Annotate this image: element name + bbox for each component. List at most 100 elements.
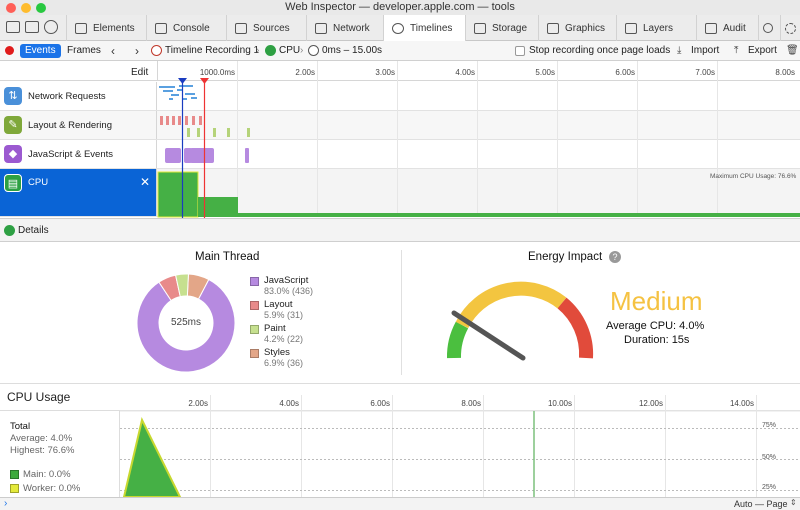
search-icon	[763, 23, 773, 33]
row-label: CPU	[28, 177, 49, 188]
frames-toggle[interactable]: Frames	[67, 44, 101, 58]
trash-icon[interactable]: 🗑	[786, 44, 799, 58]
legend-value: 5.9% (31)	[264, 310, 304, 320]
edit-button[interactable]: Edit	[131, 67, 148, 78]
cpu-dashed-grid	[120, 428, 800, 491]
max-cpu-label: Maximum CPU Usage: 76.6%	[710, 173, 797, 180]
cpu-worker-label: Worker: 0.0%	[23, 483, 81, 494]
tab-storage[interactable]: Storage	[465, 15, 538, 41]
breadcrumb-separator-icon: ›	[300, 45, 304, 56]
tab-network[interactable]: Network	[306, 15, 383, 41]
recording-icon	[151, 45, 162, 56]
layout-bars	[160, 116, 202, 125]
load-event-marker	[200, 78, 209, 84]
breadcrumb-range[interactable]: 0ms – 15.00s	[322, 44, 382, 58]
paint-bars	[187, 128, 250, 137]
energy-level: Medium	[610, 286, 703, 316]
export-icon: ⤒	[734, 45, 739, 56]
legend-swatch	[250, 349, 259, 358]
section-divider	[401, 250, 402, 375]
details-label: Details	[18, 225, 49, 236]
legend-swatch	[250, 301, 259, 310]
cpu-usage-title: CPU Usage	[7, 390, 71, 404]
chevron-updown-icon: ⇕	[790, 498, 797, 507]
record-button[interactable]	[5, 46, 14, 55]
tab-bar: Elements Console Sources Network Timelin…	[0, 15, 800, 41]
settings-button[interactable]	[780, 15, 800, 41]
events-toggle[interactable]: Events	[20, 44, 61, 58]
legend-name: JavaScript	[264, 275, 309, 286]
help-icon[interactable]: ?	[609, 251, 621, 263]
legend-swatch	[250, 277, 259, 286]
console-prompt-icon[interactable]: ›	[4, 498, 7, 509]
network-bars	[159, 85, 197, 100]
tab-elements[interactable]: Elements	[66, 15, 146, 41]
cpu-row-icon: ▤	[4, 174, 22, 192]
storage-icon	[474, 22, 486, 34]
cpu-main-label: Main: 0.0%	[23, 469, 71, 480]
dock-side-icon[interactable]	[6, 21, 20, 33]
title-bar: Web Inspector — developer.apple.com — to…	[0, 0, 800, 15]
execution-context-select[interactable]: Auto — Page	[734, 499, 788, 509]
clock-icon	[308, 45, 319, 56]
dock-bottom-icon[interactable]	[25, 21, 39, 33]
import-button[interactable]: Import	[691, 44, 719, 58]
layers-icon	[625, 22, 637, 34]
graphics-icon	[547, 22, 559, 34]
donut-center-label: 525ms	[170, 317, 201, 328]
stop-recording-checkbox[interactable]	[515, 46, 525, 56]
clock-icon	[392, 22, 404, 34]
tab-audit[interactable]: Audit	[696, 15, 758, 41]
forward-arrow-icon[interactable]: ›	[135, 44, 139, 58]
cpu-axis-label: 25%	[762, 484, 777, 491]
legend-name: Layout	[264, 299, 293, 310]
energy-duration: Duration: 15s	[624, 334, 690, 346]
row-label: Network Requests	[28, 90, 106, 102]
energy-average-cpu: Average CPU: 4.0%	[606, 320, 705, 332]
cpu-usage-spike	[122, 417, 182, 497]
sources-icon	[235, 22, 247, 34]
cpu-icon	[265, 45, 276, 56]
elements-icon	[75, 22, 87, 34]
legend-value: 4.2% (22)	[264, 334, 304, 344]
gear-icon	[785, 22, 796, 34]
export-button[interactable]: Export	[748, 44, 777, 58]
layout-rendering-icon: ✎	[4, 116, 22, 134]
network-requests-icon: ⇅	[4, 87, 22, 105]
bottom-bar: › Auto — Page ⇕	[0, 497, 800, 510]
timeline-toolbar: Events Frames ‹ › Timeline Recording 1 ›…	[0, 41, 800, 61]
legend-value: 6.9% (36)	[264, 358, 304, 368]
legend-name: Paint	[264, 323, 286, 334]
legend-name: Styles	[264, 347, 290, 358]
javascript-bars	[165, 148, 249, 163]
cpu-average: Average: 4.0%	[10, 433, 73, 444]
console-icon	[155, 22, 167, 34]
cpu-usage-chart	[120, 395, 800, 497]
breadcrumb-cpu[interactable]: CPU	[279, 44, 300, 58]
import-icon: ⤓	[677, 45, 682, 56]
cpu-graph	[157, 171, 800, 218]
breadcrumb-recording[interactable]: Timeline Recording 1	[165, 44, 259, 58]
back-arrow-icon[interactable]: ‹	[111, 44, 115, 58]
tab-console[interactable]: Console	[146, 15, 226, 41]
audit-icon	[705, 22, 717, 34]
legend-swatch	[250, 325, 259, 334]
worker-swatch	[10, 484, 19, 493]
tab-layers[interactable]: Layers	[616, 15, 696, 41]
tab-sources[interactable]: Sources	[226, 15, 306, 41]
cpu-highest: Highest: 76.6%	[10, 445, 75, 456]
search-button[interactable]	[758, 15, 780, 41]
tab-timelines[interactable]: Timelines	[383, 15, 465, 41]
close-icon[interactable]: ✕	[140, 175, 150, 189]
network-icon	[315, 22, 327, 34]
row-label: JavaScript & Events	[28, 148, 114, 160]
dom-content-loaded-marker	[178, 78, 187, 84]
tab-graphics[interactable]: Graphics	[538, 15, 616, 41]
row-label: Layout & Rendering	[28, 119, 112, 131]
crosshair-icon[interactable]	[44, 20, 58, 34]
cpu-axis-label: 50%	[762, 454, 777, 461]
details-bar: Details	[0, 218, 800, 242]
legend-value: 83.0% (436)	[264, 286, 314, 296]
breadcrumb-separator-icon: ›	[256, 45, 260, 56]
cpu-axis-label: 75%	[762, 422, 777, 429]
